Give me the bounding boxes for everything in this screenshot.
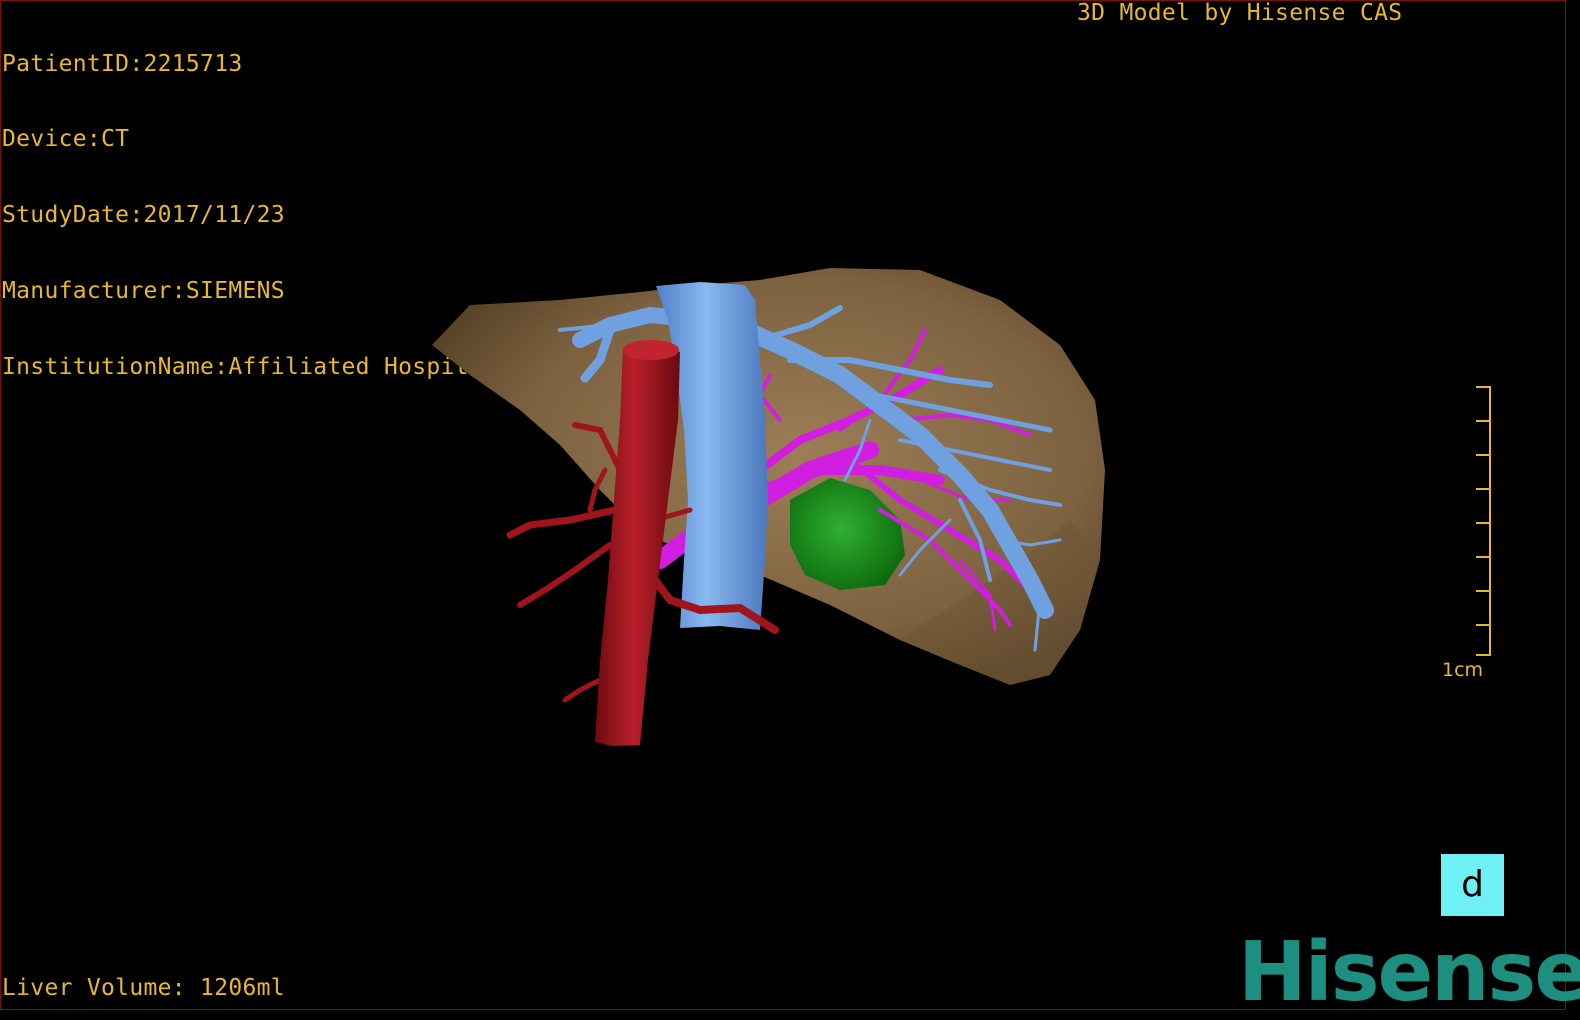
scale-bar-label: 1cm	[1442, 659, 1484, 681]
liver-volume-text: Liver Volume: 1206ml	[2, 975, 285, 1001]
liver-3d-model[interactable]	[0, 0, 1580, 1020]
view-d-label: d	[1461, 864, 1484, 905]
aorta-top	[623, 340, 679, 360]
view-d-button[interactable]: d	[1441, 854, 1504, 916]
scale-bar	[1476, 386, 1491, 656]
hisense-logo: Hisense	[1238, 925, 1580, 1020]
